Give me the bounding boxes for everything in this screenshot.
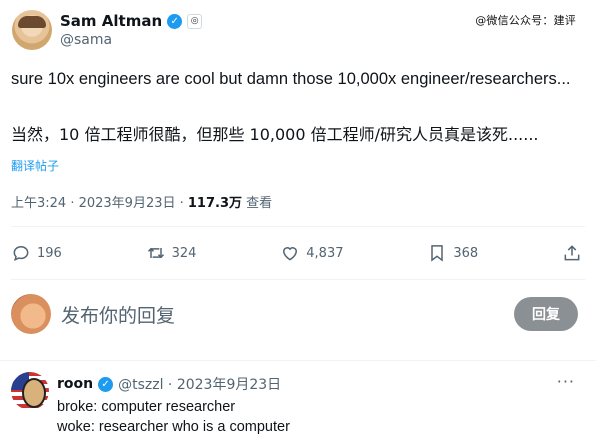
watermark: @微信公众号：建评 [475, 14, 576, 27]
reply-submit-button[interactable]: 回复 [514, 297, 578, 331]
divider [11, 279, 585, 280]
bookmark-icon [431, 245, 444, 262]
reply-line: woke: researcher who is a computer [57, 419, 290, 435]
reply-icon [13, 245, 29, 261]
divider [11, 226, 585, 227]
reply-text: broke: computer researcher woke: researc… [57, 397, 290, 437]
verified-check-icon: ✓ [167, 13, 183, 29]
like-count: 4,837 [306, 245, 344, 261]
author-name[interactable]: Sam Altman [60, 12, 162, 30]
bookmark-button[interactable]: 368 [427, 243, 478, 263]
retweet-count: 324 [171, 245, 197, 261]
action-bar: 196 324 4,837 368 [11, 240, 582, 266]
more-options-icon[interactable]: ··· [557, 372, 575, 391]
reply-button[interactable]: 196 [11, 243, 62, 263]
tweet-author[interactable]: Sam Altman ✓ ◎ @sama [12, 10, 203, 50]
author-handle[interactable]: @sama [60, 32, 202, 48]
reply-meta[interactable]: @tszzl · 2023年9月23日 [118, 374, 281, 394]
tweet-meta: 上午3:24 · 2023年9月23日 · 117.3万 查看 [11, 192, 272, 211]
views-count: 117.3万 [187, 196, 243, 211]
reply-author-name[interactable]: roon [57, 376, 93, 392]
reply-line: broke: computer researcher [57, 399, 236, 415]
views-label: 查看 [242, 196, 273, 211]
tweet-time[interactable]: 上午3:24 · 2023年9月23日 · [11, 196, 188, 211]
avatar[interactable] [11, 372, 49, 410]
verified-check-icon: ✓ [98, 376, 114, 392]
retweet-button[interactable]: 324 [146, 243, 197, 263]
divider [0, 360, 596, 361]
like-button[interactable]: 4,837 [280, 243, 344, 263]
bookmark-count: 368 [453, 245, 479, 261]
reply-count: 196 [37, 245, 62, 261]
heart-icon [283, 247, 298, 261]
reply-composer: 发布你的回复 回复 [11, 292, 578, 336]
avatar[interactable] [11, 294, 51, 334]
retweet-icon [147, 247, 164, 259]
share-icon [564, 245, 580, 261]
share-button[interactable] [562, 243, 582, 263]
reply-input[interactable]: 发布你的回复 [61, 301, 514, 328]
translate-post-link[interactable]: 翻译帖子 [11, 157, 59, 174]
tweet-translation: 当然，10 倍工程师很酷，但那些 10,000 倍工程师/研究人员真是该死...… [11, 125, 539, 144]
tweet-text: sure 10x engineers are cool but damn tho… [11, 70, 571, 88]
avatar[interactable] [12, 10, 52, 50]
affiliate-badge-icon[interactable]: ◎ [187, 13, 203, 29]
